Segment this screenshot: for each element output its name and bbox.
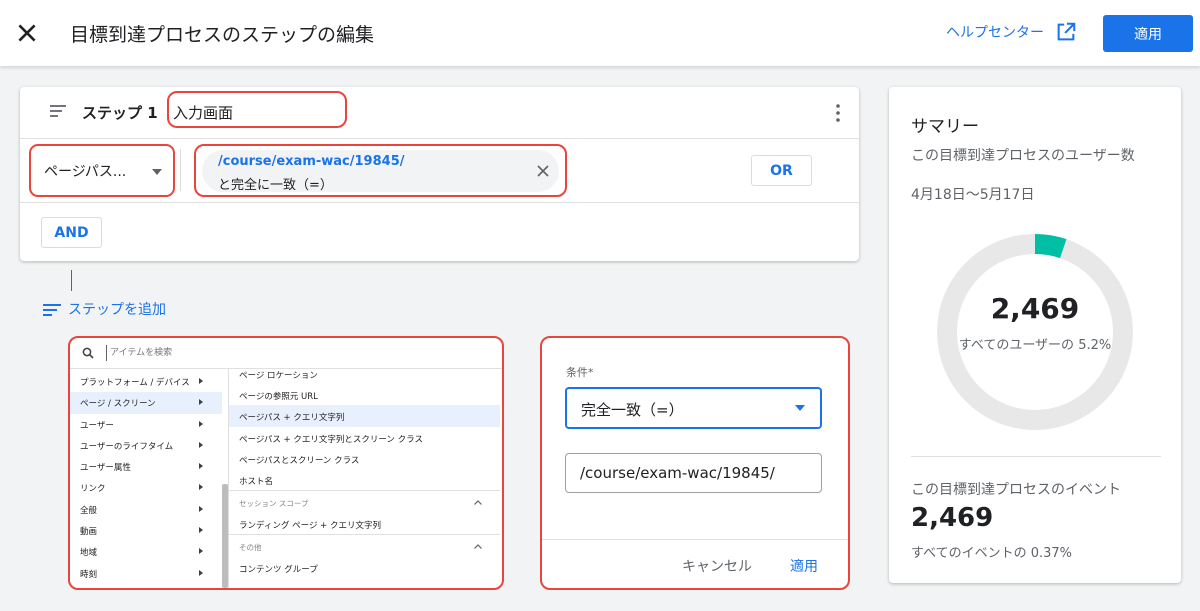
chevron-right-icon bbox=[199, 548, 203, 555]
category-label: 時刻 bbox=[80, 569, 98, 580]
step-card: ステップ 1 入力画面 ページパス... /course/exam-wac/19… bbox=[20, 87, 859, 261]
step-label: ステップ 1 bbox=[82, 104, 158, 122]
users-label: この目標到達プロセスのユーザー数 bbox=[911, 148, 1135, 164]
option-item[interactable]: コンテンツ グループ bbox=[229, 557, 500, 578]
open-in-new-icon[interactable] bbox=[1055, 21, 1077, 43]
more-vert-icon[interactable] bbox=[830, 103, 846, 123]
cancel-button[interactable]: キャンセル bbox=[682, 556, 752, 576]
condition-panel: 条件* 完全一致（=） キャンセル 適用 bbox=[540, 336, 850, 590]
condition-value-input[interactable] bbox=[565, 453, 822, 493]
add-step-label: ステップを追加 bbox=[68, 302, 166, 318]
events-value: 2,469 bbox=[911, 503, 994, 533]
users-donut-chart bbox=[937, 234, 1133, 430]
category-item[interactable]: プラットフォーム / デバイス bbox=[70, 371, 222, 392]
summary-title: サマリー bbox=[911, 117, 979, 137]
chevron-right-icon bbox=[199, 463, 203, 470]
help-center-link[interactable]: ヘルプセンター bbox=[946, 22, 1044, 42]
search-icon bbox=[82, 347, 94, 359]
drag-handle-icon[interactable] bbox=[48, 101, 68, 121]
condition-value: /course/exam-wac/19845/ bbox=[218, 154, 405, 169]
chevron-right-icon bbox=[199, 399, 203, 406]
chevron-up-icon[interactable] bbox=[474, 500, 482, 506]
dropdown-arrow-icon bbox=[795, 405, 805, 411]
divider bbox=[20, 202, 859, 203]
option-item[interactable]: ランディング ページ + クエリ文字列 bbox=[229, 513, 500, 534]
condition-chip[interactable]: /course/exam-wac/19845/ と完全に一致（=） bbox=[194, 144, 567, 197]
header-bar: 目標到達プロセスのステップの編集 ヘルプセンター 適用 bbox=[0, 0, 1200, 66]
category-label: 動画 bbox=[80, 527, 98, 538]
section-label: その他 bbox=[239, 543, 262, 553]
chevron-right-icon bbox=[199, 505, 203, 512]
option-item[interactable]: ページパス + クエリ文字列とスクリーン クラス bbox=[229, 427, 500, 448]
date-range: 4月18日〜5月17日 bbox=[911, 187, 1035, 203]
dimension-select-value: ページパス... bbox=[44, 164, 127, 180]
dropdown-arrow-icon bbox=[152, 169, 162, 175]
close-icon[interactable] bbox=[14, 20, 40, 46]
chevron-right-icon bbox=[199, 527, 203, 534]
apply-button[interactable]: 適用 bbox=[790, 556, 818, 576]
users-value: 2,469 bbox=[990, 292, 1080, 325]
dimension-select[interactable]: ページパス... bbox=[29, 144, 175, 197]
add-step-icon bbox=[43, 304, 61, 316]
and-button[interactable]: AND bbox=[41, 217, 102, 248]
option-item[interactable]: ページの参照元 URL bbox=[229, 384, 500, 405]
category-item[interactable]: ユーザーのライフタイム bbox=[70, 435, 222, 456]
option-list: ページ ロケーション ページの参照元 URL ページパス + クエリ文字列 ペー… bbox=[229, 363, 500, 579]
category-label: ユーザー bbox=[80, 420, 114, 431]
match-type-value: 完全一致（=） bbox=[581, 401, 684, 419]
summary-card: サマリー この目標到達プロセスのユーザー数 4月18日〜5月17日 2,469 … bbox=[889, 87, 1181, 583]
category-label: ユーザーのライフタイム bbox=[80, 441, 174, 452]
chevron-right-icon bbox=[199, 378, 203, 384]
dimension-picker: プラットフォーム / デバイス ページ / スクリーン ユーザー ユーザーのライ… bbox=[68, 336, 504, 590]
section-header: セッション スコープ bbox=[229, 490, 500, 513]
category-item[interactable]: ユーザー bbox=[70, 414, 222, 435]
category-label: リンク bbox=[80, 484, 106, 495]
option-item[interactable]: ページ ロケーション bbox=[229, 363, 500, 384]
category-item[interactable]: ページ / スクリーン bbox=[70, 392, 222, 414]
category-item[interactable]: 動画 bbox=[70, 520, 222, 541]
category-label: 地域 bbox=[80, 548, 98, 559]
chevron-right-icon bbox=[199, 441, 203, 448]
chevron-up-icon[interactable] bbox=[474, 544, 482, 550]
users-percent: すべてのユーザーの 5.2% bbox=[958, 338, 1112, 353]
chevron-right-icon bbox=[199, 569, 203, 576]
step-connector bbox=[71, 270, 72, 291]
donut-track bbox=[937, 234, 1133, 430]
option-item[interactable]: ホスト名 bbox=[229, 469, 500, 490]
condition-chip-body: /course/exam-wac/19845/ と完全に一致（=） bbox=[202, 150, 559, 193]
option-item[interactable]: ページパスとスクリーン クラス bbox=[229, 448, 500, 469]
category-label: ページ / スクリーン bbox=[80, 399, 156, 410]
category-list: プラットフォーム / デバイス ページ / スクリーン ユーザー ユーザーのライ… bbox=[70, 371, 222, 584]
divider bbox=[911, 456, 1161, 457]
category-item[interactable]: 時刻 bbox=[70, 563, 222, 584]
close-icon[interactable] bbox=[537, 165, 549, 177]
condition-type: と完全に一致（=） bbox=[218, 178, 333, 193]
search-input[interactable] bbox=[106, 345, 486, 361]
separator bbox=[180, 149, 181, 191]
category-item[interactable]: リンク bbox=[70, 477, 222, 498]
events-percent: すべてのイベントの 0.37% bbox=[911, 546, 1073, 561]
divider bbox=[542, 539, 848, 540]
category-label: ユーザー属性 bbox=[80, 463, 131, 474]
category-label: 全般 bbox=[80, 505, 98, 516]
chevron-right-icon bbox=[199, 420, 203, 427]
section-header: その他 bbox=[229, 534, 500, 557]
events-label: この目標到達プロセスのイベント bbox=[911, 482, 1121, 498]
category-item[interactable]: 全般 bbox=[70, 499, 222, 520]
category-item[interactable]: 地域 bbox=[70, 541, 222, 562]
section-label: セッション スコープ bbox=[239, 499, 309, 509]
or-button[interactable]: OR bbox=[751, 155, 812, 186]
condition-label: 条件* bbox=[566, 366, 594, 379]
option-item[interactable]: ページパス + クエリ文字列 bbox=[229, 405, 500, 427]
apply-button[interactable]: 適用 bbox=[1103, 15, 1193, 52]
category-label: プラットフォーム / デバイス bbox=[80, 378, 190, 388]
step-name-input[interactable]: 入力画面 bbox=[167, 91, 347, 128]
page-title: 目標到達プロセスのステップの編集 bbox=[70, 24, 375, 46]
divider bbox=[20, 138, 859, 139]
category-item[interactable]: ユーザー属性 bbox=[70, 456, 222, 477]
match-type-select[interactable]: 完全一致（=） bbox=[565, 387, 822, 429]
chevron-right-icon bbox=[199, 484, 203, 491]
